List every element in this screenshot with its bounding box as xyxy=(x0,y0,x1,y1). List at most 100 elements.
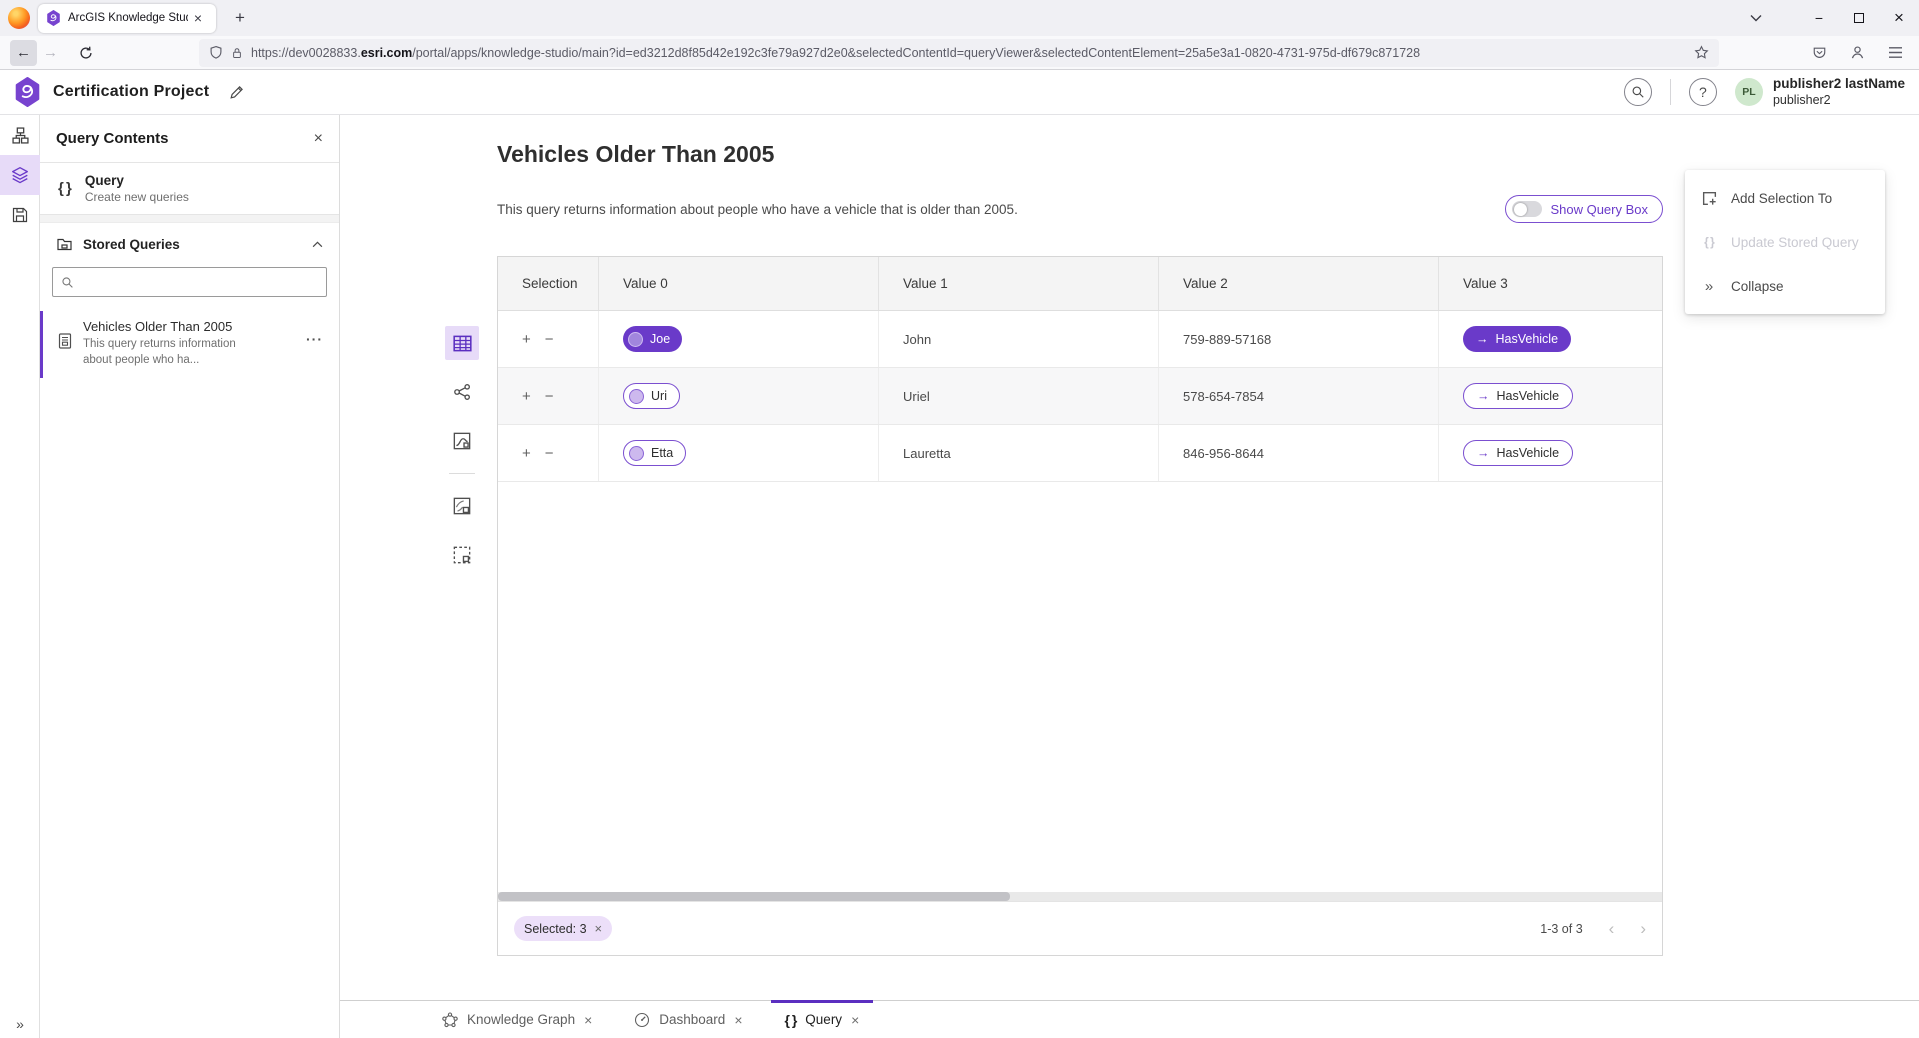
back-button[interactable]: ← xyxy=(10,40,37,66)
tab-title: ArcGIS Knowledge Studio xyxy=(68,12,188,24)
entity-pill[interactable]: Joe xyxy=(623,326,682,352)
tab-close-icon[interactable]: × xyxy=(188,8,208,28)
url-bar[interactable]: https://dev0028833.esri.com/portal/apps/… xyxy=(199,39,1719,67)
menu-hamburger-icon[interactable] xyxy=(1881,40,1909,66)
row-select-remove-button[interactable]: − xyxy=(545,389,554,404)
selection-context-menu: Add Selection To { } Update Stored Query… xyxy=(1685,170,1885,314)
edit-project-title-button[interactable] xyxy=(229,84,245,100)
tab-label: Query xyxy=(805,1012,842,1027)
stored-queries-header[interactable]: Stored Queries xyxy=(40,223,339,265)
lock-icon[interactable] xyxy=(231,46,243,60)
menu-item-update-stored-query[interactable]: { } Update Stored Query xyxy=(1685,220,1885,264)
help-button[interactable]: ? xyxy=(1689,78,1717,106)
search-icon xyxy=(1631,85,1645,99)
entity-dot-icon xyxy=(629,446,644,461)
cell-value2[interactable]: 578-654-7854 xyxy=(1159,368,1439,424)
tab-knowledge-graph[interactable]: Knowledge Graph × xyxy=(428,1001,606,1038)
scrollbar-thumb[interactable] xyxy=(498,892,1010,901)
tab-query[interactable]: { } Query × xyxy=(771,1001,874,1038)
entity-pill[interactable]: Uri xyxy=(623,383,680,409)
toolstrip-divider xyxy=(449,473,475,474)
cell-value2[interactable]: 759-889-57168 xyxy=(1159,311,1439,367)
bookmark-star-icon[interactable] xyxy=(1694,45,1709,60)
chevron-up-icon[interactable] xyxy=(312,241,323,248)
maximize-button[interactable] xyxy=(1839,0,1879,36)
map-view-button[interactable] xyxy=(445,489,479,523)
pocket-icon[interactable] xyxy=(1805,40,1833,66)
cell-value1[interactable]: Uriel xyxy=(879,368,1159,424)
forward-button[interactable]: → xyxy=(37,40,64,66)
search-button[interactable] xyxy=(1624,78,1652,106)
knowledge-studio-logo[interactable] xyxy=(14,77,41,107)
maximize-icon xyxy=(1854,13,1864,23)
query-viewer: Vehicles Older Than 2005 This query retu… xyxy=(340,115,1919,1000)
chart-view-button[interactable] xyxy=(445,424,479,458)
new-query-item[interactable]: { } Query Create new queries xyxy=(40,163,339,215)
query-item-subtitle: Create new queries xyxy=(85,190,189,204)
tab-close-icon[interactable]: × xyxy=(851,1012,859,1028)
stored-query-description: This query returns information about peo… xyxy=(83,337,251,368)
link-chart-view-button[interactable] xyxy=(445,375,479,409)
column-header-value2[interactable]: Value 2 xyxy=(1159,257,1439,310)
selected-count-chip[interactable]: Selected: 3 × xyxy=(514,916,612,941)
rail-expand-button[interactable]: » xyxy=(0,1016,40,1032)
selected-count-label: Selected: 3 xyxy=(524,922,587,936)
horizontal-scrollbar[interactable] xyxy=(498,892,1662,901)
stored-query-options-icon[interactable]: ··· xyxy=(300,319,329,359)
url-prefix: https://dev0028833. xyxy=(251,46,361,60)
menu-item-add-selection-to[interactable]: Add Selection To xyxy=(1685,176,1885,220)
page-description: This query returns information about peo… xyxy=(497,202,1505,217)
row-select-remove-button[interactable]: − xyxy=(545,332,554,347)
row-select-add-button[interactable]: + xyxy=(522,446,531,461)
cell-value2[interactable]: 846-956-8644 xyxy=(1159,425,1439,481)
selection-view-button[interactable] xyxy=(445,538,479,572)
search-input[interactable] xyxy=(81,275,318,289)
browser-tab[interactable]: ArcGIS Knowledge Studio × xyxy=(38,4,216,33)
user-info[interactable]: publisher2 lastName publisher2 xyxy=(1773,76,1905,109)
column-header-value3[interactable]: Value 3 xyxy=(1439,257,1662,310)
reload-button[interactable] xyxy=(72,40,99,66)
row-select-remove-button[interactable]: − xyxy=(545,446,554,461)
account-icon[interactable] xyxy=(1843,40,1871,66)
previous-page-icon[interactable]: ‹ xyxy=(1609,920,1615,937)
next-page-icon[interactable]: › xyxy=(1640,920,1646,937)
rail-save-button[interactable] xyxy=(0,195,40,235)
relationship-pill[interactable]: →HasVehicle xyxy=(1463,383,1573,409)
entity-dot-icon xyxy=(628,332,643,347)
show-query-box-toggle[interactable]: Show Query Box xyxy=(1505,195,1663,223)
pencil-icon xyxy=(229,84,245,100)
tab-close-icon[interactable]: × xyxy=(584,1012,592,1028)
relationship-pill[interactable]: →HasVehicle xyxy=(1463,326,1571,352)
table-view-button[interactable] xyxy=(445,326,479,360)
cell-value1[interactable]: Lauretta xyxy=(879,425,1159,481)
new-tab-button[interactable]: + xyxy=(230,8,250,28)
column-header-selection[interactable]: Selection xyxy=(498,257,599,310)
entity-pill[interactable]: Etta xyxy=(623,440,686,466)
stored-query-item[interactable]: Vehicles Older Than 2005 This query retu… xyxy=(40,311,339,378)
column-header-value1[interactable]: Value 1 xyxy=(879,257,1159,310)
minimize-button[interactable]: − xyxy=(1799,0,1839,36)
list-all-tabs-icon[interactable] xyxy=(1739,0,1773,36)
close-window-button[interactable]: × xyxy=(1879,0,1919,36)
url-text[interactable]: https://dev0028833.esri.com/portal/apps/… xyxy=(251,46,1694,60)
menu-item-collapse[interactable]: » Collapse xyxy=(1685,264,1885,308)
cell-value1[interactable]: John xyxy=(879,311,1159,367)
rail-data-model-button[interactable] xyxy=(0,115,40,155)
firefox-logo-icon[interactable] xyxy=(8,7,30,29)
search-icon xyxy=(61,276,74,289)
table-row: + − Uri Uriel 578-654-7854 →HasVehicle xyxy=(498,368,1662,425)
row-select-add-button[interactable]: + xyxy=(522,332,531,347)
clear-selection-icon[interactable]: × xyxy=(595,921,603,936)
tracking-shield-icon[interactable] xyxy=(209,45,223,60)
stored-queries-search[interactable] xyxy=(52,267,327,297)
user-avatar[interactable]: PL xyxy=(1735,78,1763,106)
toggle-track[interactable] xyxy=(1512,201,1542,217)
panel-close-icon[interactable]: × xyxy=(314,131,323,147)
view-toolstrip xyxy=(445,326,479,956)
relationship-pill[interactable]: →HasVehicle xyxy=(1463,440,1573,466)
row-select-add-button[interactable]: + xyxy=(522,389,531,404)
tab-dashboard[interactable]: Dashboard × xyxy=(620,1001,756,1038)
tab-close-icon[interactable]: × xyxy=(734,1012,742,1028)
column-header-value0[interactable]: Value 0 xyxy=(599,257,879,310)
rail-contents-button[interactable] xyxy=(0,155,40,195)
